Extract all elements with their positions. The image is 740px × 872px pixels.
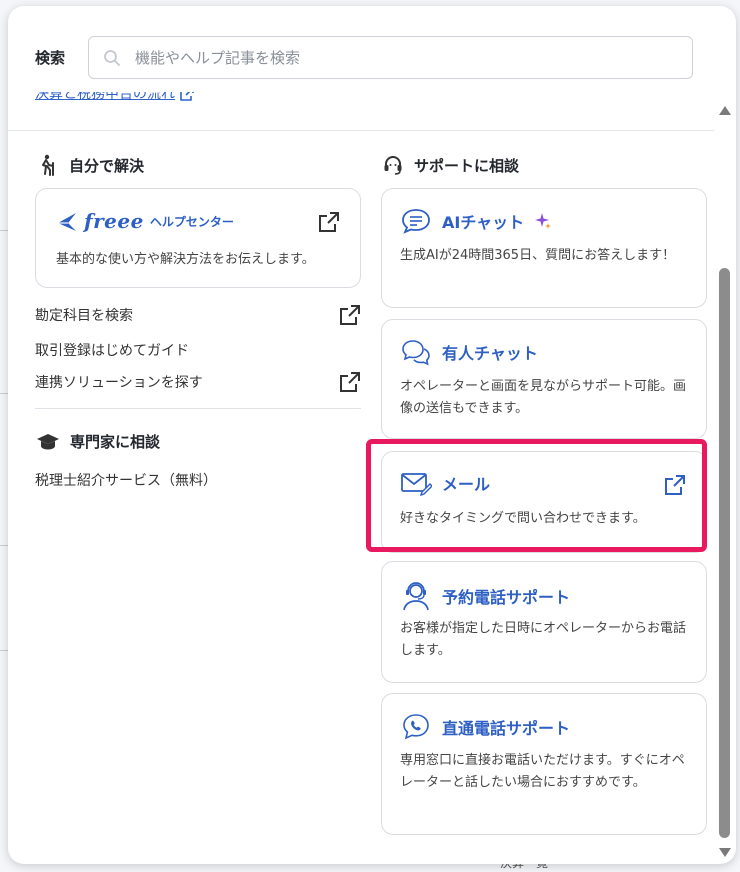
settlement-flow-link-label: 決算と税務申告の流れ: [35, 92, 175, 102]
external-link-icon: [340, 372, 360, 392]
external-link-icon: [665, 475, 685, 495]
ai-chat-title: AIチャット: [442, 213, 525, 232]
external-link-icon: [340, 305, 360, 325]
settlement-flow-link[interactable]: 決算と税務申告の流れ: [35, 92, 195, 104]
ai-chat-desc: 生成AIが24時間365日、質問にお答えします！: [400, 248, 676, 263]
section-divider: [8, 130, 714, 131]
scrollbar-thumb[interactable]: [719, 268, 730, 838]
search-row: 検索: [8, 6, 736, 102]
ai-chat-card[interactable]: AIチャット 生成AIが24時間365日、質問にお答えします！: [381, 188, 707, 308]
scroll-down-arrow-icon[interactable]: [719, 848, 731, 857]
link-solutions-label: 連携ソリューションを探す: [35, 375, 203, 391]
direct-call-desc: 専用窓口に直接お電話いただけます。すぐにオペレーターと話したい場合におすすめです…: [400, 753, 685, 790]
freee-help-center-logo: freee ヘルプセンター: [56, 209, 234, 233]
background-divider: [0, 393, 8, 394]
help-center-label: ヘルプセンター: [149, 214, 234, 229]
mail-desc: 好きなタイミングで問い合わせできます。: [400, 511, 646, 526]
reserved-call-desc: お客様が指定した日時にオペレーターからお電話します。: [400, 621, 687, 658]
link-account-search[interactable]: 勘定科目を検索: [35, 304, 361, 326]
search-box[interactable]: [88, 36, 693, 79]
expert-heading: 専門家に相談: [36, 431, 160, 452]
chat-bubble-icon: [402, 209, 430, 234]
help-center-desc: 基本的な使い方や解決方法をお伝えします。: [56, 252, 315, 267]
background-divider: [0, 650, 8, 651]
self-solve-heading: 自分で解決: [37, 154, 144, 176]
search-input[interactable]: [135, 48, 675, 67]
left-divider: [35, 408, 361, 409]
headset-icon: [384, 156, 402, 175]
operator-icon: [403, 582, 429, 611]
expert-title: 専門家に相談: [70, 433, 161, 451]
human-chat-card[interactable]: 有人チャット オペレーターと画面を見ながらサポート可能。画像の送信もできます。: [381, 319, 707, 439]
link-transaction-guide[interactable]: 取引登録はじめてガイド: [35, 340, 361, 360]
freee-bird-icon: [58, 213, 76, 231]
scrollbar[interactable]: [718, 102, 732, 860]
self-solve-title: 自分で解決: [69, 156, 145, 175]
help-center-card[interactable]: freee ヘルプセンター 基本的な使い方や解決方法をお伝えします。: [35, 188, 361, 288]
support-heading: サポートに相談: [382, 154, 519, 176]
human-chat-desc: オペレーターと画面を見ながらサポート可能。画像の送信もできます。: [400, 379, 687, 416]
hiking-person-icon: [42, 154, 54, 176]
reserved-call-title: 予約電話サポート: [442, 588, 571, 607]
link-tax-accountant-label: 税理士紹介サービス（無料）: [35, 473, 217, 489]
phone-bubble-icon: [403, 714, 429, 740]
mail-icon: [401, 473, 432, 496]
search-label: 検索: [35, 49, 66, 67]
direct-call-title: 直通電話サポート: [442, 719, 571, 738]
external-link-icon: [319, 212, 339, 232]
scroll-up-arrow-icon[interactable]: [719, 106, 731, 115]
support-title: サポートに相談: [414, 156, 520, 175]
direct-call-card[interactable]: 直通電話サポート 専用窓口に直接お電話いただけます。すぐにオペレーターと話したい…: [381, 693, 707, 835]
link-transaction-guide-label: 取引登録はじめてガイド: [35, 343, 189, 359]
help-support-panel: 検索 決算と税務申告の流れ 自分で解決: [8, 6, 736, 864]
freee-brand: freee: [84, 209, 144, 233]
background-divider: [0, 230, 8, 231]
mail-title: メール: [442, 475, 491, 494]
human-chat-title: 有人チャット: [442, 344, 538, 363]
background-divider: [0, 545, 8, 546]
graduation-cap-icon: [37, 433, 59, 449]
sparkle-icon: [535, 213, 552, 229]
search-icon: [104, 49, 120, 66]
mail-card[interactable]: メール 好きなタイミングで問い合わせできます。: [381, 451, 707, 553]
reserved-call-card[interactable]: 予約電話サポート お客様が指定した日時にオペレーターからお電話します。: [381, 561, 707, 683]
link-tax-accountant[interactable]: 税理士紹介サービス（無料）: [35, 470, 361, 490]
external-link-icon: [180, 92, 194, 101]
chat-bubbles-icon: [402, 340, 430, 366]
link-account-search-label: 勘定科目を検索: [35, 308, 133, 324]
link-solutions[interactable]: 連携ソリューションを探す: [35, 371, 361, 393]
